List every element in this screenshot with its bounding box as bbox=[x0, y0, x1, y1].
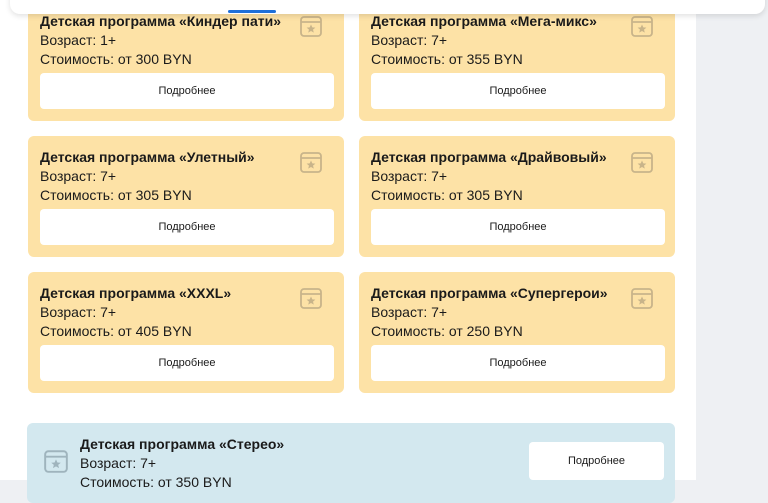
details-button[interactable]: Подробнее bbox=[371, 209, 665, 245]
program-age: Возраст: 7+ bbox=[371, 304, 448, 320]
program-price: Стоимость: от 355 BYN bbox=[371, 51, 523, 67]
program-title: Детская программа «Мега-микс» bbox=[371, 13, 597, 29]
program-age: Возраст: 7+ bbox=[371, 32, 448, 48]
program-price: Стоимость: от 250 BYN bbox=[371, 323, 523, 339]
program-age: Возраст: 7+ bbox=[40, 304, 117, 320]
calendar-star-icon bbox=[44, 450, 68, 473]
calendar-star-icon bbox=[300, 16, 322, 37]
active-tab-indicator bbox=[228, 10, 276, 13]
program-price: Стоимость: от 305 BYN bbox=[40, 187, 192, 203]
program-title: Детская программа «Стерео» bbox=[80, 436, 285, 452]
program-title: Детская программа «Драйвовый» bbox=[371, 149, 607, 165]
details-button[interactable]: Подробнее bbox=[40, 209, 334, 245]
program-card: Детская программа «Драйвовый» Возраст: 7… bbox=[359, 136, 675, 257]
program-card: Детская программа «Супергерои» Возраст: … bbox=[359, 272, 675, 393]
program-card: Детская программа «Киндер пати» Возраст:… bbox=[28, 0, 344, 121]
content-panel: Детская программа «Киндер пати» Возраст:… bbox=[0, 0, 696, 503]
calendar-star-icon bbox=[300, 288, 322, 309]
program-price: Стоимость: от 305 BYN bbox=[371, 187, 523, 203]
program-title: Детская программа «Улетный» bbox=[40, 149, 255, 165]
program-title: Детская программа «XXXL» bbox=[40, 285, 232, 301]
calendar-star-icon bbox=[631, 288, 653, 309]
top-nav-bar bbox=[10, 0, 765, 14]
details-button[interactable]: Подробнее bbox=[371, 73, 665, 109]
details-button[interactable]: Подробнее bbox=[529, 442, 664, 480]
program-age: Возраст: 1+ bbox=[40, 32, 117, 48]
program-price: Стоимость: от 350 BYN bbox=[80, 474, 232, 490]
calendar-star-icon bbox=[631, 152, 653, 173]
program-card: Детская программа «XXXL» Возраст: 7+ Сто… bbox=[28, 272, 344, 393]
program-card: Детская программа «Мега-микс» Возраст: 7… bbox=[359, 0, 675, 121]
details-button[interactable]: Подробнее bbox=[371, 345, 665, 381]
program-age: Возраст: 7+ bbox=[40, 168, 117, 184]
program-card: Детская программа «Улетный» Возраст: 7+ … bbox=[28, 136, 344, 257]
calendar-star-icon bbox=[300, 152, 322, 173]
program-price: Стоимость: от 405 BYN bbox=[40, 323, 192, 339]
details-button[interactable]: Подробнее bbox=[40, 345, 334, 381]
program-price: Стоимость: от 300 BYN bbox=[40, 51, 192, 67]
details-button[interactable]: Подробнее bbox=[40, 73, 334, 109]
program-card-featured: Детская программа «Стерео» Возраст: 7+ С… bbox=[27, 423, 675, 503]
program-title: Детская программа «Супергерои» bbox=[371, 285, 608, 301]
program-age: Возраст: 7+ bbox=[80, 455, 157, 471]
program-age: Возраст: 7+ bbox=[371, 168, 448, 184]
program-title: Детская программа «Киндер пати» bbox=[40, 13, 281, 29]
calendar-star-icon bbox=[631, 16, 653, 37]
